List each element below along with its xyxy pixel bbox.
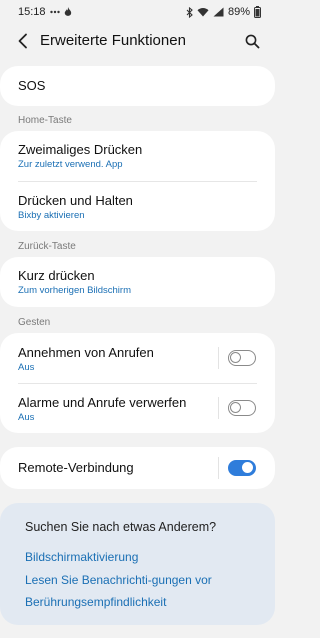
signal-icon: [213, 7, 224, 17]
status-bar: 15:18 89%: [0, 0, 275, 24]
suggestions-card: Suchen Sie nach etwas Anderem? Bildschir…: [0, 503, 275, 625]
link-touch-sensitivity[interactable]: Berührungsempfindlichkeit: [25, 595, 166, 609]
link-read-notifications[interactable]: Lesen Sie Benachrichti-gungen vor: [25, 573, 212, 587]
wifi-icon: [197, 7, 209, 17]
battery-icon: [254, 6, 261, 18]
answer-calls-row[interactable]: Annehmen von Anrufen Aus: [0, 333, 275, 383]
double-press-row[interactable]: Zweimaliges Drücken Zur zuletzt verwend.…: [0, 131, 275, 181]
press-hold-value: Bixby aktivieren: [18, 210, 85, 221]
short-press-value: Zum vorherigen Bildschirm: [18, 285, 131, 296]
toggle-knob: [242, 462, 253, 473]
battery-percent: 89%: [227, 6, 250, 18]
sos-row[interactable]: SOS: [0, 66, 275, 106]
toggle-separator: [218, 347, 219, 369]
gestures-card: Annehmen von Anrufen Aus Alarme und Anru…: [0, 333, 275, 433]
page-title: Erweiterte Funktionen: [40, 32, 186, 49]
answer-calls-toggle[interactable]: [228, 350, 256, 366]
toggle-knob: [230, 352, 241, 363]
dismiss-alarms-toggle[interactable]: [228, 400, 256, 416]
double-press-label: Zweimaliges Drücken: [18, 142, 143, 157]
section-gestures: Gesten: [18, 317, 51, 328]
section-home-button: Home-Taste: [18, 115, 72, 126]
bluetooth-icon: [186, 6, 193, 18]
sos-label: SOS: [18, 78, 46, 93]
home-button-card: Zweimaliges Drücken Zur zuletzt verwend.…: [0, 131, 275, 231]
back-button[interactable]: [12, 30, 34, 52]
dismiss-alarms-label: Alarme und Anrufe verwerfen: [18, 395, 187, 410]
toggle-separator: [218, 457, 219, 479]
link-screen-activation[interactable]: Bildschirmaktivierung: [25, 550, 138, 564]
flame-icon: [64, 7, 72, 17]
answer-calls-label: Annehmen von Anrufen: [18, 345, 154, 360]
double-press-value: Zur zuletzt verwend. App: [18, 159, 123, 170]
remote-connection-label: Remote-Verbindung: [18, 460, 134, 475]
short-press-row[interactable]: Kurz drücken Zum vorherigen Bildschirm: [0, 257, 275, 307]
toggle-separator: [218, 397, 219, 419]
back-button-card: Kurz drücken Zum vorherigen Bildschirm: [0, 257, 275, 307]
short-press-label: Kurz drücken: [18, 268, 95, 283]
dismiss-alarms-value: Aus: [18, 412, 35, 423]
search-button[interactable]: [241, 30, 263, 52]
app-bar: Erweiterte Funktionen: [0, 24, 275, 58]
search-icon: [245, 34, 259, 48]
status-bar-right: 89%: [186, 6, 261, 18]
remote-card: Remote-Verbindung: [0, 447, 275, 489]
chevron-left-icon: [18, 33, 27, 49]
status-time: 15:18: [18, 6, 46, 18]
section-back-button: Zurück-Taste: [18, 241, 76, 252]
press-hold-label: Drücken und Halten: [18, 193, 133, 208]
status-bar-left: 15:18: [18, 6, 72, 18]
remote-connection-row[interactable]: Remote-Verbindung: [0, 447, 275, 489]
remote-connection-toggle[interactable]: [228, 460, 256, 476]
press-hold-row[interactable]: Drücken und Halten Bixby aktivieren: [0, 181, 275, 231]
suggestions-title: Suchen Sie nach etwas Anderem?: [25, 520, 217, 534]
dismiss-alarms-row[interactable]: Alarme und Anrufe verwerfen Aus: [0, 383, 275, 433]
notification-dots-icon: [49, 9, 60, 15]
sos-card: SOS: [0, 66, 275, 106]
answer-calls-value: Aus: [18, 362, 35, 373]
toggle-knob: [230, 402, 241, 413]
